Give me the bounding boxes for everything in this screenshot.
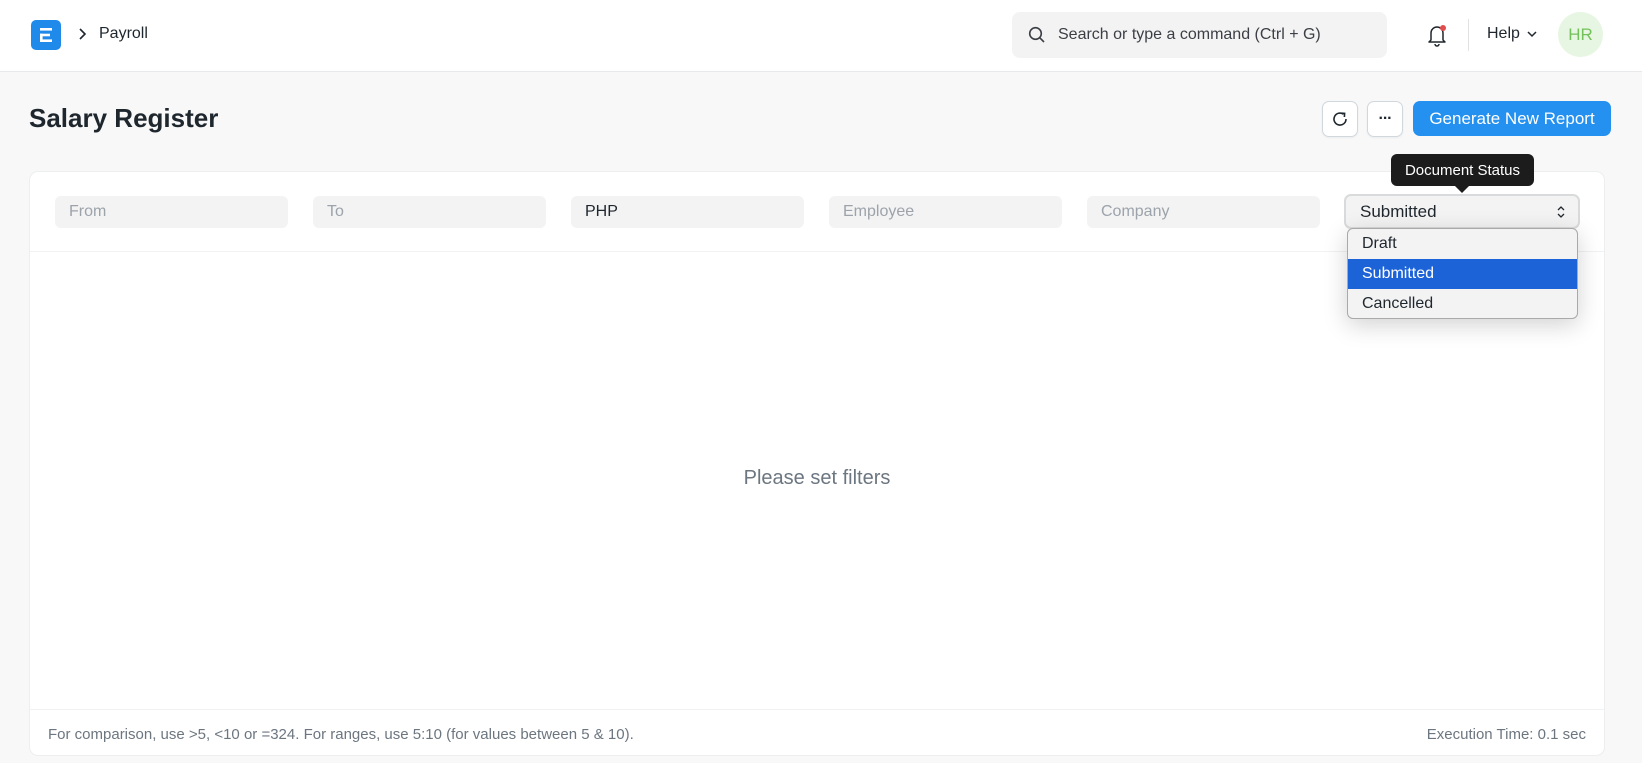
generate-new-report-button[interactable]: Generate New Report xyxy=(1413,101,1611,136)
document-status-select[interactable]: Submitted xyxy=(1344,194,1580,229)
refresh-button[interactable] xyxy=(1322,101,1358,137)
status-option-cancelled[interactable]: Cancelled xyxy=(1348,289,1577,318)
breadcrumb-payroll[interactable]: Payroll xyxy=(99,25,148,43)
select-arrows-icon xyxy=(1557,206,1565,218)
chevron-right-icon xyxy=(77,26,89,42)
search-icon xyxy=(1028,25,1048,45)
more-actions-button[interactable]: ··· xyxy=(1367,101,1403,137)
execution-time: Execution Time: 0.1 sec xyxy=(1426,726,1586,743)
help-dropdown[interactable]: Help xyxy=(1487,25,1538,43)
page-title: Salary Register xyxy=(29,103,219,133)
document-status-value: Submitted xyxy=(1360,201,1437,221)
employee-filter[interactable]: Employee xyxy=(829,196,1062,228)
status-option-submitted[interactable]: Submitted xyxy=(1348,259,1577,289)
refresh-icon xyxy=(1333,112,1347,126)
navbar-divider xyxy=(1468,19,1469,51)
status-option-draft[interactable]: Draft xyxy=(1348,229,1577,259)
navbar: Payroll Help HR xyxy=(0,0,1642,72)
from-date-filter[interactable]: From xyxy=(55,196,288,228)
company-filter[interactable]: Company xyxy=(1087,196,1320,228)
help-label: Help xyxy=(1487,25,1520,42)
logo-e-icon xyxy=(40,28,52,42)
notifications-bell-icon[interactable] xyxy=(1424,22,1450,48)
document-status-dropdown: Draft Submitted Cancelled xyxy=(1347,228,1578,319)
search-bar[interactable] xyxy=(1012,12,1387,58)
filter-hint: For comparison, use >5, <10 or =324. For… xyxy=(48,726,634,743)
user-avatar[interactable]: HR xyxy=(1558,12,1603,57)
report-footer: For comparison, use >5, <10 or =324. For… xyxy=(30,709,1604,757)
chevron-down-icon xyxy=(1527,31,1537,38)
empty-state-message: Please set filters xyxy=(743,467,891,489)
app-logo[interactable] xyxy=(31,20,61,50)
to-date-filter[interactable]: To xyxy=(313,196,546,228)
document-status-tooltip: Document Status xyxy=(1391,154,1534,193)
currency-filter[interactable]: PHP xyxy=(571,196,804,228)
search-input[interactable] xyxy=(1058,26,1378,44)
more-icon: ··· xyxy=(1378,110,1393,127)
